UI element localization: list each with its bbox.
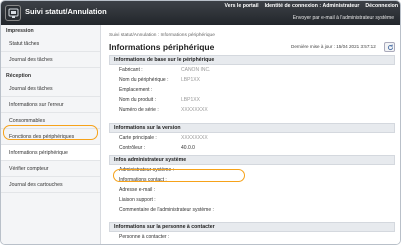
info-row: Informations contact :	[109, 175, 395, 185]
info-row: Carte principale : XXXXXXXX	[109, 133, 395, 143]
row-label: Carte principale :	[119, 135, 157, 141]
section-basic-info: Informations de base sur le périphérique…	[109, 55, 395, 115]
row-label: Commentaire de l'administrateur système …	[119, 207, 214, 213]
sidebar-section-receive: Réception	[6, 73, 32, 79]
sidebar-item-error-info[interactable]: Informations sur l'erreur	[1, 97, 100, 113]
row-label: Numéro de série :	[119, 107, 159, 113]
info-row: Commentaire de l'administrateur système …	[109, 205, 395, 215]
section-header: Infos administrateur système	[109, 155, 395, 165]
info-row: Fabricant : CANON INC.	[109, 65, 395, 75]
sidebar-item-print-job-log[interactable]: Journal des tâches	[1, 52, 100, 68]
breadcrumb: Suivi statut/Annulation : Informations p…	[109, 33, 215, 38]
row-label: Adresse e-mail :	[119, 187, 156, 193]
section-header: Informations sur la version	[109, 123, 395, 133]
row-value: XXXXXXXX	[181, 107, 208, 113]
window-frame: Suivi statut/Annulation Vers le portail …	[0, 0, 401, 245]
login-id: Identité de connexion : Administrateur	[265, 3, 360, 9]
login-value: Administrateur	[322, 3, 360, 9]
last-update-text: Dernière mise à jour : 15/04 2021 3:57:1…	[291, 44, 376, 49]
info-row: Numéro de série : XXXXXXXX	[109, 105, 395, 115]
info-row: Nom du périphérique : LBP1XX	[109, 75, 395, 85]
row-value: XXXXXXXX	[181, 135, 208, 141]
login-label: Identité de connexion :	[264, 3, 322, 9]
sidebar-item-device-info[interactable]: Informations périphérique	[1, 145, 100, 161]
refresh-icon	[387, 44, 393, 51]
row-label: Administrateur système :	[119, 167, 175, 173]
info-row: Administrateur système :	[109, 165, 395, 175]
send-admin-message-link[interactable]: Envoyer par e-mail à l'administrateur sy…	[293, 15, 394, 21]
info-row: Nom du produit : LBP1XX	[109, 95, 395, 105]
sidebar-item-check-counter[interactable]: Vérifier compteur	[1, 161, 100, 177]
row-label: Fabricant :	[119, 67, 143, 73]
info-row: Adresse e-mail :	[109, 185, 395, 195]
section-admin-info: Infos administrateur système Administrat…	[109, 155, 395, 215]
sidebar-item-consumables[interactable]: Consommables	[1, 113, 100, 129]
row-value: LBP1XX	[181, 77, 200, 83]
row-value: CANON INC.	[181, 67, 211, 73]
row-label: Informations contact :	[119, 177, 167, 183]
row-label: Nom du périphérique :	[119, 77, 169, 83]
top-links: Vers le portail Identité de connexion : …	[225, 3, 398, 9]
info-row: Liaison support :	[109, 195, 395, 205]
sidebar-item-receive-job-log[interactable]: Journal des tâches	[1, 81, 100, 97]
row-value: LBP1XX	[181, 97, 200, 103]
row-value: 40.0.0	[181, 145, 195, 151]
sidebar: Impression Statut tâches Journal des tâc…	[1, 25, 101, 244]
app-title: Suivi statut/Annulation	[25, 7, 107, 16]
row-label: Nom du produit :	[119, 97, 156, 103]
section-version-info: Informations sur la version Carte princi…	[109, 123, 395, 153]
section-header: Informations de base sur le périphérique	[109, 55, 395, 65]
sidebar-item-device-features[interactable]: Fonctions des périphériques	[1, 129, 100, 145]
info-row: Personne à contacter :	[109, 232, 395, 242]
sidebar-item-print-job-status[interactable]: Statut tâches	[1, 36, 100, 52]
status-monitor-icon	[5, 5, 21, 21]
sidebar-item-cartridge-log[interactable]: Journal des cartouches	[1, 177, 100, 193]
row-label: Personne à contacter :	[119, 234, 170, 240]
row-label: Emplacement :	[119, 87, 153, 93]
logout-link[interactable]: Déconnexion	[365, 3, 398, 9]
row-label: Contrôleur :	[119, 145, 146, 151]
page-title: Informations périphérique	[109, 42, 215, 52]
info-row-controller: Contrôleur : 40.0.0	[109, 143, 395, 153]
info-row: Emplacement :	[109, 85, 395, 95]
top-bar: Suivi statut/Annulation Vers le portail …	[1, 1, 400, 25]
portal-link[interactable]: Vers le portail	[225, 3, 259, 9]
section-header: Informations sur la personne à contacter	[109, 222, 395, 232]
refresh-button[interactable]	[384, 42, 395, 52]
row-label: Liaison support :	[119, 197, 156, 203]
sidebar-section-print: Impression	[6, 28, 34, 34]
section-contact-info: Informations sur la personne à contacter…	[109, 222, 395, 242]
main-content: Suivi statut/Annulation : Informations p…	[101, 25, 400, 244]
